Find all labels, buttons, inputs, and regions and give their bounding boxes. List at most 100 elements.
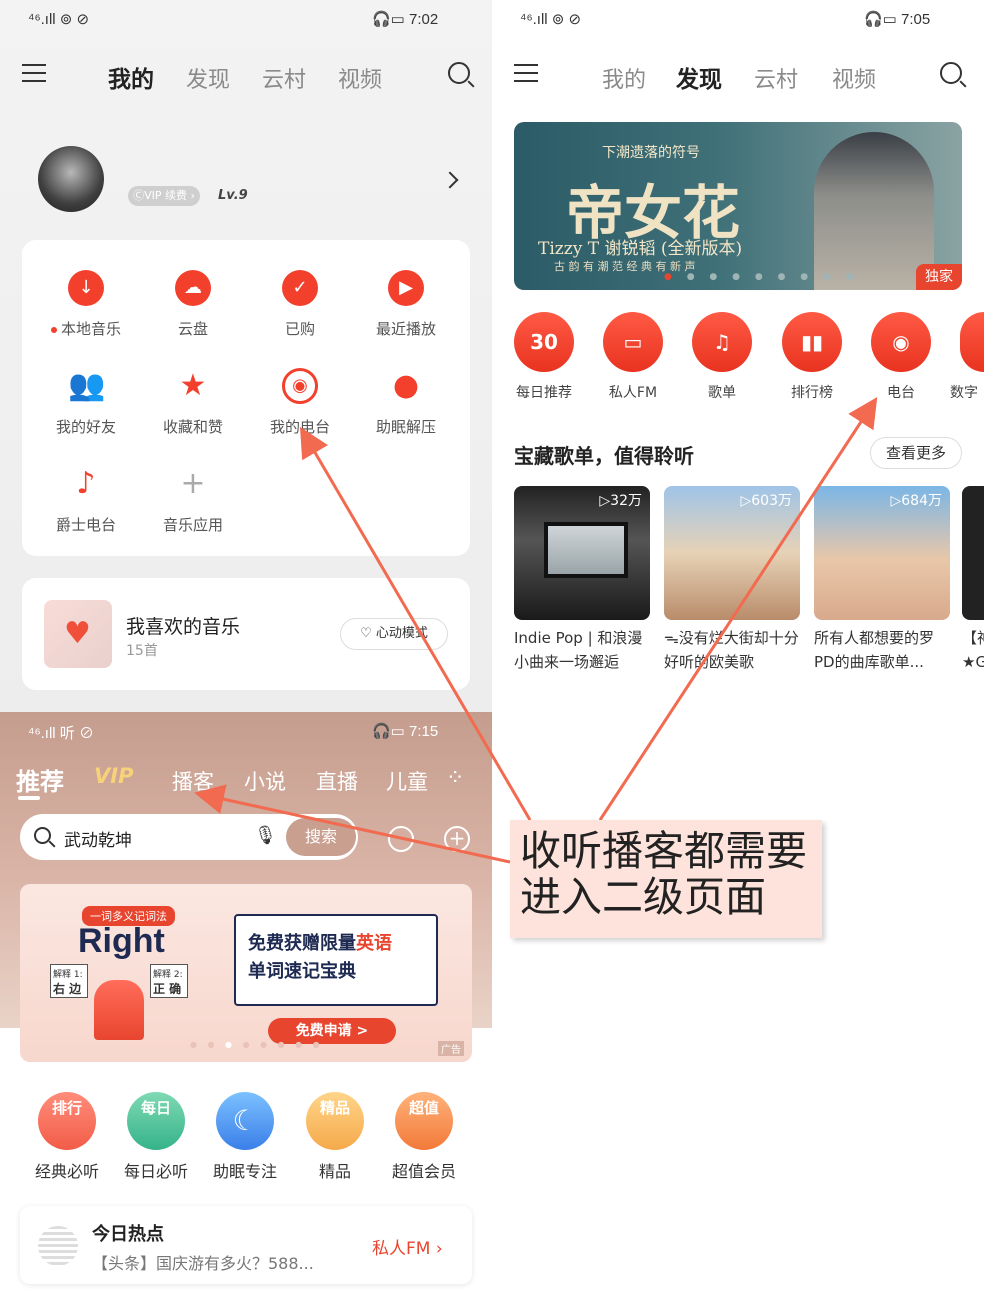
bubble-text: 单词速记宝典 [248, 961, 356, 982]
digital-album-icon[interactable] [960, 312, 984, 372]
plus-icon: + [180, 466, 206, 501]
tab-recommend[interactable]: 推荐 [16, 762, 64, 797]
tab-novel[interactable]: 小说 [244, 766, 286, 796]
grid-item-cloud-drive[interactable]: ☁ 云盘 [143, 270, 243, 339]
grid-item-my-radio[interactable]: ◉ 我的电台 [250, 368, 350, 437]
grid-item-jazz-radio[interactable]: ♪ 爵士电台 [36, 466, 136, 535]
menu-icon[interactable] [22, 64, 46, 82]
grid-menu-icon[interactable]: ⁘ [446, 766, 464, 791]
grid-label: 最近播放 [375, 320, 436, 338]
ad-mark: 广告 [438, 1041, 464, 1056]
tab-video[interactable]: 视频 [832, 62, 876, 94]
play-count: ▷684万 [890, 493, 943, 509]
annotation-note: 收听播客都需要 进入二级页面 [510, 820, 822, 938]
private-fm-link[interactable]: 私人FM › [372, 1234, 443, 1259]
clock-icon[interactable] [388, 826, 414, 852]
tab-mine[interactable]: 我的 [108, 60, 154, 94]
grid-item-recent[interactable]: ▶ 最近播放 [356, 270, 456, 339]
chart-icon[interactable]: ▮▮ [782, 312, 842, 372]
heart-outline-icon: ♡ [360, 626, 376, 641]
menu-icon[interactable] [514, 64, 538, 82]
ad-bubble: 免费获赠限量英语 单词速记宝典 [234, 914, 438, 1006]
quick-item-vip[interactable]: 超值 超值会员 [379, 1092, 469, 1182]
quick-item-premium[interactable]: 精品 精品 [290, 1092, 380, 1182]
play-icon: ▶ [388, 270, 424, 306]
playlist-cover[interactable]: ▷684万 [814, 486, 950, 620]
meaning-label: 解释 2: [153, 970, 183, 980]
tab-podcast[interactable]: 播客 [172, 766, 214, 796]
play-count: ▷32万 [599, 493, 642, 509]
play-count: ▷603万 [740, 493, 793, 509]
playlist-title[interactable]: 所有人都想要的罗PD的曲库歌单... [814, 626, 954, 674]
ad-word: Right [78, 922, 165, 960]
bubble-text: 免费获赠限量 [248, 933, 356, 954]
hot-title: 今日热点 [92, 1224, 164, 1245]
playlist-cover[interactable]: ▷603万 [664, 486, 800, 620]
tab-vip[interactable]: VIP [94, 764, 133, 788]
battery-icon: 🎧▭ [372, 723, 410, 740]
playlist-title[interactable]: Indie Pop | 和浪漫小曲来一场邂逅 [514, 626, 654, 674]
red-dot [50, 326, 57, 333]
grid-item-favorites[interactable]: ★ 收藏和赞 [143, 368, 243, 437]
battery-icon: 🎧▭ [864, 11, 902, 28]
moon-icon: ● [392, 368, 420, 403]
vip-icon: 超值 [395, 1092, 453, 1150]
meaning-text: 正 确 [153, 982, 182, 996]
search-icon[interactable] [940, 62, 962, 84]
annotation-line: 收听播客都需要 [520, 827, 807, 875]
tab-cloud-village[interactable]: 云村 [754, 62, 798, 94]
quick-item-classic[interactable]: 排行 经典必听 [22, 1092, 112, 1182]
carousel-dots: ● ● ● ● ● ● ● ● [190, 1040, 324, 1049]
grid-label: 我的好友 [55, 418, 116, 436]
playlist-title[interactable]: ᯓ没有烂大街却十分好听的欧美歌 [664, 626, 804, 674]
hot-news-card[interactable]: 今日热点 【头条】国庆游有多火？588... 私人FM › [20, 1206, 472, 1284]
tab-cloud-village[interactable]: 云村 [262, 62, 306, 94]
grid-item-friends[interactable]: 👥 我的好友 [36, 368, 136, 437]
vip-badge[interactable]: ⒸVIP 续费 › [128, 186, 200, 206]
playlist-cover[interactable] [962, 486, 984, 620]
tab-mine[interactable]: 我的 [602, 62, 646, 94]
banner[interactable]: 下潮遗落的符号 帝女花 Tizzy T 谢锐韬 (全新版本) 古 韵 有 潮 范… [514, 122, 962, 290]
tab-live[interactable]: 直播 [316, 766, 358, 796]
banner-top-text: 下潮遗落的符号 [602, 145, 700, 161]
download-icon: ↓ [68, 270, 104, 306]
playlist-icon[interactable]: ♫ [692, 312, 752, 372]
playlist-cover[interactable]: ▷32万 [514, 486, 650, 620]
moon-icon: ☾ [216, 1092, 274, 1150]
add-icon[interactable]: + [444, 826, 470, 852]
heartbeat-mode-button[interactable]: ♡ 心动模式 [340, 618, 448, 650]
search-box[interactable]: 武动乾坤 🎙 搜索 [20, 814, 358, 860]
window-image [544, 522, 628, 578]
playlist-title[interactable]: 【神★G [962, 626, 984, 674]
quick-item-daily[interactable]: 每日 每日必听 [111, 1092, 201, 1182]
pencil-mascot [94, 980, 144, 1040]
status-bar-signal: ⁴⁶.ıll ⊚ ⊘ [520, 11, 582, 28]
ad-banner[interactable]: 一词多义记词法 Right 解释 1: 右 边 解释 2: 正 确 免费获赠限量英语… [20, 884, 472, 1062]
search-input[interactable]: 武动乾坤 [64, 826, 132, 851]
artist-photo [814, 132, 934, 290]
chevron-right-icon[interactable] [441, 171, 459, 189]
banner-subtitle: Tizzy T 谢锐韬 (全新版本) [538, 239, 743, 259]
daily-recommend-icon[interactable]: 30 [514, 312, 574, 372]
search-button[interactable]: 搜索 [286, 818, 356, 856]
grid-item-music-apps[interactable]: + 音乐应用 [143, 466, 243, 535]
see-more-button[interactable]: 查看更多 [870, 437, 962, 469]
tab-video[interactable]: 视频 [338, 62, 382, 94]
tab-kids[interactable]: 儿童 [386, 766, 428, 796]
liked-music-card[interactable]: ♥ 我喜欢的音乐 15首 ♡ 心动模式 [22, 578, 470, 690]
private-fm-icon[interactable]: ▭ [603, 312, 663, 372]
search-icon[interactable] [448, 62, 470, 84]
microphone-icon[interactable]: 🎙 [254, 825, 277, 846]
tab-discover[interactable]: 发现 [676, 60, 722, 94]
status-bar-right: 🎧▭ 7:02 [372, 10, 438, 28]
status-bar-right: 🎧▭ 7:05 [864, 10, 930, 28]
radio-icon[interactable]: ◉ [871, 312, 931, 372]
podcast-app-screen: ⁴⁶.ıll 听 ⊘ 🎧▭ 7:15 推荐 VIP 播客 小说 直播 儿童 ⁘ … [0, 712, 492, 1298]
grid-item-sleep[interactable]: ● 助眠解压 [356, 368, 456, 437]
tab-discover[interactable]: 发现 [186, 62, 230, 94]
grid-item-local-music[interactable]: ↓ 本地音乐 [36, 270, 136, 339]
discover-screen: ⁴⁶.ıll ⊚ ⊘ 🎧▭ 7:05 我的 发现 云村 视频 下潮遗落的符号 帝… [492, 0, 984, 712]
quick-item-sleep[interactable]: ☾ 助眠专注 [200, 1092, 290, 1182]
grid-item-purchased[interactable]: ✓ 已购 [250, 270, 350, 339]
avatar[interactable] [38, 146, 104, 212]
